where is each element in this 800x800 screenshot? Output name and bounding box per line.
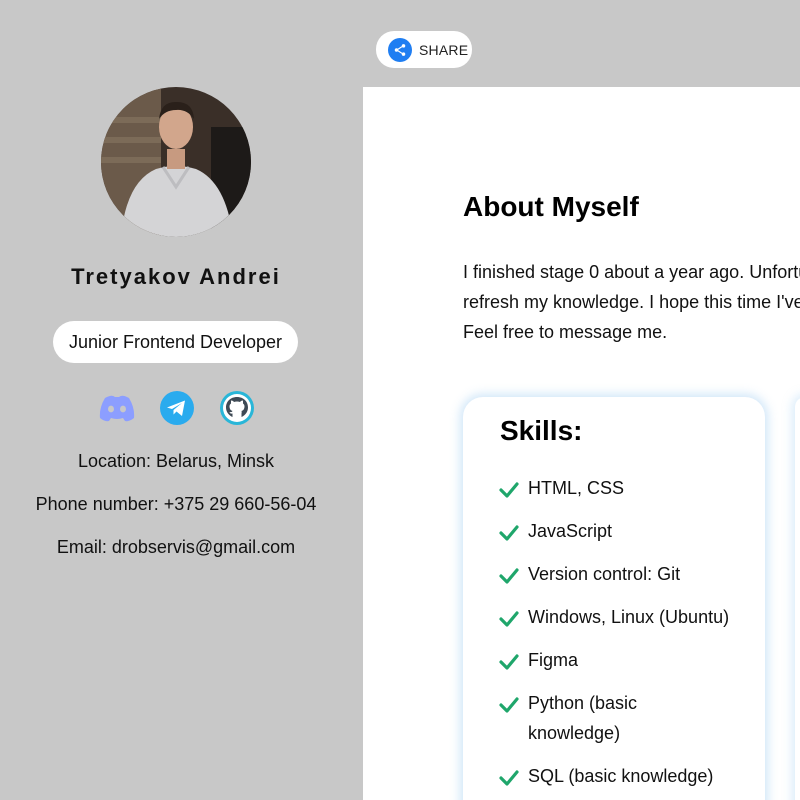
phone-text: Phone number: +375 29 660-56-04 bbox=[35, 494, 317, 514]
about-line: refresh my knowledge. I hope this time I… bbox=[463, 292, 800, 312]
skills-title: Skills: bbox=[500, 415, 583, 446]
skills-list: HTML, CSS JavaScript Version control: Gi… bbox=[499, 473, 749, 800]
skill-item: JavaScript bbox=[499, 516, 749, 546]
skill-item: Figma bbox=[499, 645, 749, 675]
share-icon bbox=[388, 37, 412, 62]
skill-label: Version control: Git bbox=[528, 564, 681, 584]
skill-label: HTML, CSS bbox=[528, 478, 625, 498]
main-content: About Myself I finished stage 0 about a … bbox=[363, 87, 800, 800]
about-line: I finished stage 0 about a year ago. Unf… bbox=[463, 262, 800, 282]
email-text: Email: drobservis@gmail.com bbox=[56, 537, 296, 557]
skill-item: Windows, Linux (Ubuntu) bbox=[499, 602, 749, 632]
check-icon bbox=[499, 606, 519, 627]
share-button[interactable]: SHARE bbox=[376, 31, 472, 68]
telegram-icon[interactable] bbox=[158, 391, 196, 425]
role-badge: Junior Frontend Developer bbox=[53, 321, 298, 363]
skill-label: JavaScript bbox=[528, 521, 613, 541]
check-icon bbox=[499, 649, 519, 670]
skill-label: Windows, Linux (Ubuntu) bbox=[528, 607, 730, 627]
discord-icon[interactable] bbox=[98, 391, 136, 425]
skill-item: SQL (basic knowledge) bbox=[499, 761, 749, 791]
location-text: Location: Belarus, Minsk bbox=[77, 451, 275, 471]
github-icon[interactable] bbox=[218, 391, 256, 425]
social-links bbox=[98, 391, 256, 425]
avatar bbox=[101, 87, 251, 237]
about-title: About Myself bbox=[463, 191, 639, 222]
check-icon bbox=[499, 692, 519, 713]
skill-label: Figma bbox=[528, 650, 579, 670]
check-icon bbox=[499, 563, 519, 584]
skills-card: Skills: HTML, CSS JavaScript Version con… bbox=[463, 397, 765, 800]
check-icon bbox=[499, 520, 519, 541]
profile-sidebar: Tretyakov Andrei Junior Frontend Develop… bbox=[0, 87, 363, 800]
skill-item: Version control: Git bbox=[499, 559, 749, 589]
skill-label: Python (basic bbox=[528, 693, 638, 713]
skill-label: SQL (basic knowledge) bbox=[528, 766, 714, 786]
skill-item: HTML, CSS bbox=[499, 473, 749, 503]
about-line: Feel free to message me. bbox=[463, 322, 668, 342]
check-icon bbox=[499, 765, 519, 786]
share-label: SHARE bbox=[419, 41, 469, 58]
profile-name: Tretyakov Andrei bbox=[71, 264, 281, 289]
next-card-edge bbox=[795, 397, 800, 800]
skill-item: Python (basic knowledge) bbox=[499, 688, 749, 748]
check-icon bbox=[499, 477, 519, 498]
about-text: I finished stage 0 about a year ago. Unf… bbox=[463, 257, 800, 347]
skill-label-cont: knowledge) bbox=[528, 723, 621, 743]
